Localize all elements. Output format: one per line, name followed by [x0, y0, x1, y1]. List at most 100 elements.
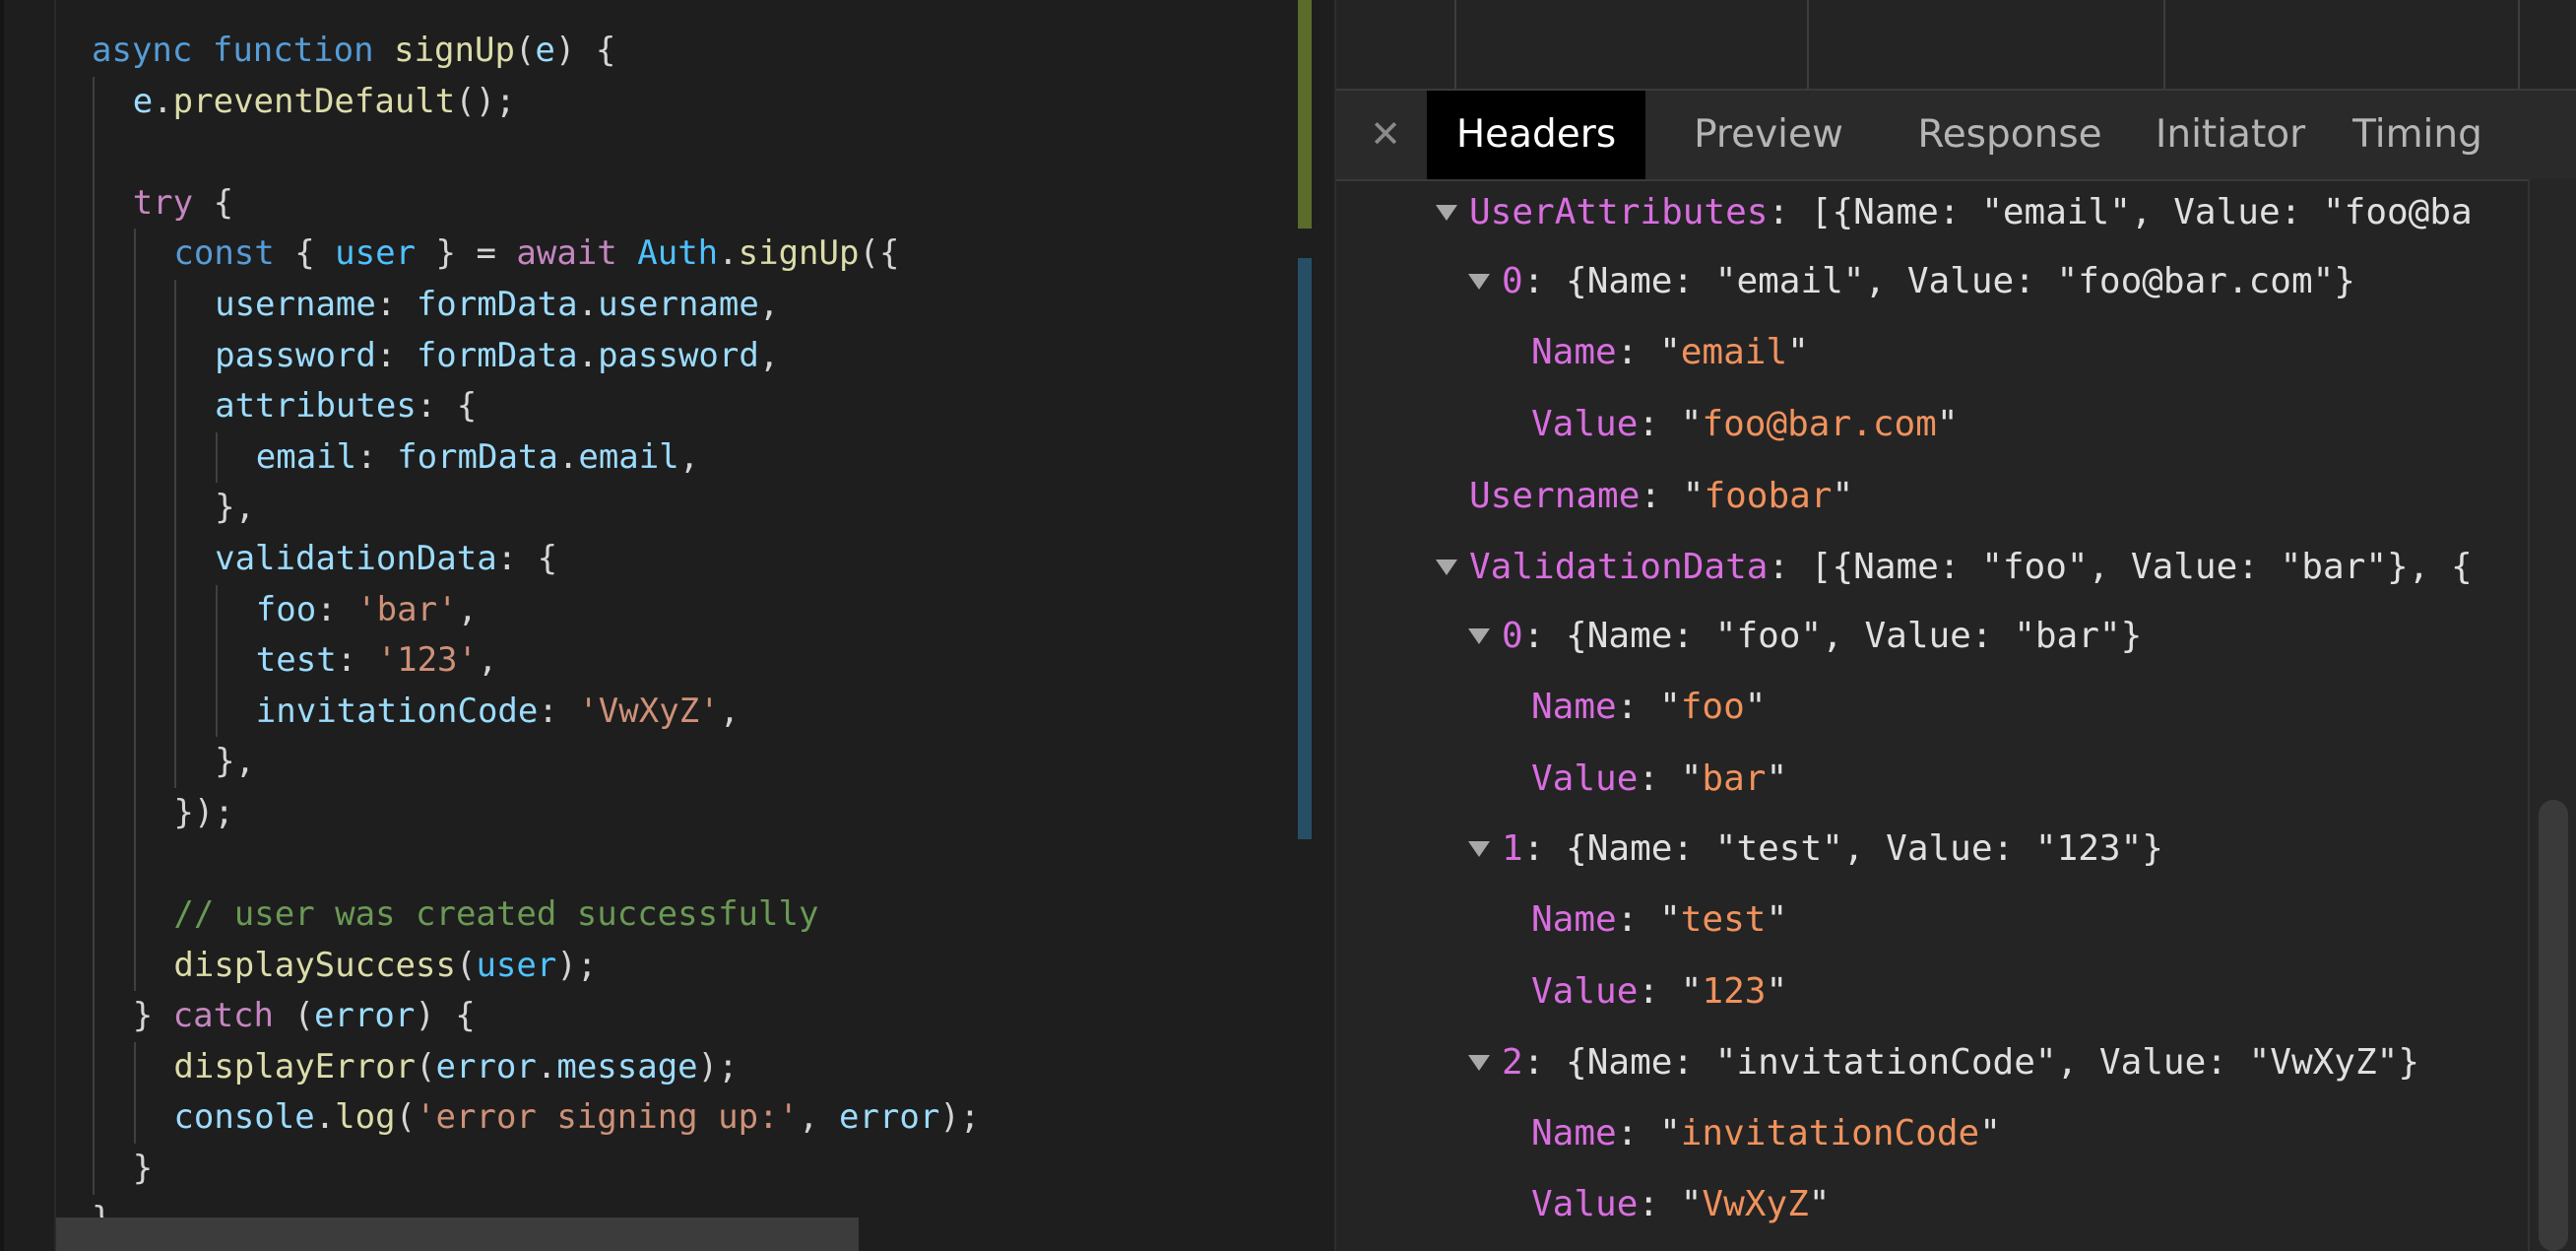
indent-guide [93, 838, 95, 890]
tree-row-content: Name: "email" [1531, 323, 1809, 382]
tree-key: Name [1531, 1113, 1617, 1153]
tree-key: Value [1531, 404, 1639, 444]
tree-separator: : [1616, 899, 1660, 940]
ruler-change-mark [1298, 258, 1312, 839]
tab-timing[interactable]: Timing [2337, 91, 2498, 179]
tree-row[interactable]: ValidationData: [{Name: "foo", Value: "b… [1336, 538, 2518, 597]
code-text: }, [215, 737, 255, 788]
tree-separator: : [1768, 547, 1811, 587]
indent-guide [133, 787, 136, 839]
indent-guide [133, 1092, 136, 1145]
code-token: foo [255, 589, 317, 629]
tab-response[interactable]: Response [1896, 91, 2124, 179]
tree-row[interactable]: Name: "foo" [1336, 678, 2518, 737]
tree-key: Name [1531, 332, 1617, 372]
tree-row[interactable]: Value: "VwXyZ" [1336, 1175, 2518, 1234]
tree-row[interactable]: UserAttributes: [{Name: "email", Value: … [1336, 183, 2518, 242]
indent-guide [93, 584, 95, 636]
code-text: validationData: { [215, 534, 557, 585]
code-text: } [133, 1144, 153, 1195]
expand-triangle-icon[interactable] [1468, 628, 1490, 644]
expand-triangle-icon[interactable] [1436, 205, 1457, 221]
quote-mark: " [1680, 1184, 1703, 1224]
scrollbar-thumb[interactable] [2539, 800, 2568, 1251]
tree-separator: : [1638, 404, 1681, 444]
tree-separator: : [1522, 828, 1567, 869]
tree-value: foo [1680, 687, 1745, 727]
indent-guide [93, 635, 95, 687]
tree-row[interactable]: Value: "123" [1336, 962, 2518, 1021]
code-token: message [556, 1046, 698, 1086]
expand-triangle-icon[interactable] [1468, 1055, 1490, 1071]
tree-row[interactable]: Username: "foobar" [1336, 467, 2518, 526]
tab-preview[interactable]: Preview [1662, 91, 1875, 179]
indent-guide [174, 533, 177, 585]
tree-separator: : [1616, 1113, 1660, 1153]
tree-row[interactable]: Value: "foo@bar.com" [1336, 395, 2518, 454]
tree-key: ValidationData [1469, 547, 1769, 587]
tree-row[interactable]: 1: {Name: "test", Value: "123"} [1336, 820, 2518, 879]
code-token: . [536, 1046, 557, 1086]
code-token: console [173, 1097, 315, 1138]
table-column-divider[interactable] [1807, 0, 1809, 89]
quote-mark: " [1680, 404, 1703, 444]
tree-row[interactable]: Name: "email" [1336, 323, 2518, 382]
expand-triangle-icon[interactable] [1436, 560, 1457, 575]
code-token: . [557, 436, 579, 477]
tab-initiator[interactable]: Initiator [2146, 91, 2315, 179]
indent-guide [93, 381, 95, 432]
code-token: : [375, 284, 417, 324]
indent-guide [174, 330, 177, 382]
tree-row-content: Value: "foo@bar.com" [1531, 395, 1959, 454]
code-token: displayError [173, 1046, 417, 1086]
code-text: email: formData.email, [256, 432, 699, 484]
table-column-divider[interactable] [2163, 0, 2165, 89]
indent-guide [133, 381, 136, 432]
table-column-divider[interactable] [2518, 0, 2520, 89]
code-token: . [577, 335, 599, 375]
expand-triangle-icon[interactable] [1468, 841, 1490, 857]
tree-value: foobar [1704, 476, 1833, 516]
indent-guide [133, 737, 136, 788]
indent-guide [133, 635, 136, 687]
code-token: ( [416, 1046, 436, 1086]
network-request-table[interactable] [1336, 0, 2576, 91]
code-token: ({ [859, 233, 900, 274]
code-editor[interactable]: async function signUp(e) {e.preventDefau… [0, 0, 1334, 1251]
code-token: const [173, 233, 275, 274]
code-token: } [132, 1149, 154, 1189]
tree-row[interactable]: 2: {Name: "invitationCode", Value: "VwXy… [1336, 1033, 2518, 1092]
tree-value: invitationCode [1680, 1113, 1980, 1153]
tree-separator: : [1638, 1184, 1681, 1224]
code-token: preventDefault [172, 81, 456, 121]
tree-row[interactable]: Name: "invitationCode" [1336, 1104, 2518, 1163]
quote-mark: " [1766, 899, 1788, 940]
code-token: 'VwXyZ' [578, 691, 720, 731]
tree-row[interactable]: Value: "bar" [1336, 750, 2518, 809]
code-token: user [335, 233, 417, 274]
indent-guide [174, 279, 177, 331]
tab-headers[interactable]: Headers [1427, 91, 1645, 179]
tree-summary: [{Name: "email", Value: "foo@ba [1810, 192, 2473, 232]
code-text: }, [215, 483, 255, 534]
indent-guide [133, 584, 136, 636]
tree-row[interactable]: 0: {Name: "foo", Value: "bar"} [1336, 607, 2518, 666]
indent-guide [133, 229, 136, 280]
indent-guide [133, 940, 136, 992]
code-token: // user was created successfully [173, 894, 819, 935]
code-token: ) { [554, 31, 616, 70]
quote-mark: " [1832, 476, 1854, 516]
tree-separator: : [1768, 192, 1811, 232]
details-tab-bar: ✕ Headers Preview Response Initiator Timing [1336, 91, 2576, 181]
table-column-divider[interactable] [1454, 0, 1456, 89]
tree-row[interactable]: Name: "test" [1336, 890, 2518, 950]
code-token: ); [939, 1097, 981, 1138]
tree-row[interactable]: 0: {Name: "email", Value: "foo@bar.com"} [1336, 252, 2518, 311]
tree-summary: {Name: "test", Value: "123"} [1566, 828, 2163, 869]
code-token: signUp [738, 233, 860, 274]
editor-gutter-edge [54, 0, 56, 1251]
expand-triangle-icon[interactable] [1468, 274, 1490, 290]
close-icon[interactable]: ✕ [1366, 104, 1405, 164]
horizontal-scrollbar[interactable] [56, 1218, 859, 1251]
indent-guide [93, 787, 95, 839]
